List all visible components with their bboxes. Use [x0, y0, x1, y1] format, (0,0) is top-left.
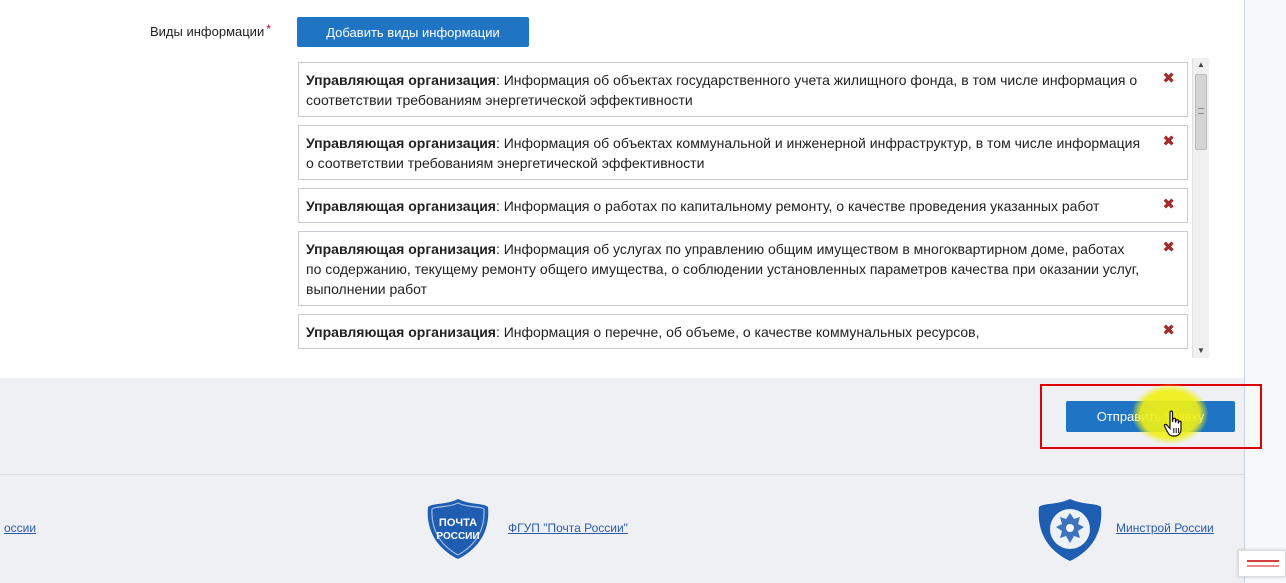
minstroy-logo[interactable]	[1033, 497, 1107, 563]
close-icon[interactable]: ✖	[1162, 69, 1175, 89]
info-type-org: Управляющая организация	[306, 198, 496, 214]
info-type-item: Управляющая организация: Информация об у…	[298, 231, 1188, 306]
info-type-item: Управляющая организация: Информация о ра…	[298, 188, 1188, 223]
close-icon[interactable]: ✖	[1162, 238, 1175, 258]
footer-divider	[0, 474, 1244, 475]
post-logo-line1: ПОЧТА	[439, 517, 477, 529]
info-type-text: : Информация о работах по капитальному р…	[495, 198, 1100, 214]
russian-post-logo[interactable]: ПОЧТА РОССИИ	[422, 497, 494, 561]
hand-cursor-icon	[1163, 410, 1182, 437]
recaptcha-bar	[1247, 565, 1279, 567]
russian-post-link[interactable]: ФГУП "Почта России"	[508, 521, 628, 535]
add-info-types-button[interactable]: Добавить виды информации	[297, 17, 529, 47]
info-type-item: Управляющая организация: Информация о пе…	[298, 314, 1188, 349]
arrow-down-icon[interactable]: ▼	[1193, 344, 1209, 358]
info-type-org: Управляющая организация	[306, 241, 496, 257]
required-mark: *	[266, 22, 271, 36]
close-icon[interactable]: ✖	[1162, 321, 1175, 341]
info-type-org: Управляющая организация	[306, 135, 496, 151]
info-type-org: Управляющая организация	[306, 324, 496, 340]
footer-link-left[interactable]: оссии	[4, 521, 36, 535]
close-icon[interactable]: ✖	[1162, 195, 1175, 215]
scrollbar-grip	[1198, 108, 1204, 114]
info-types-label-text: Виды информации	[150, 24, 265, 39]
minstroy-link[interactable]: Минстрой России	[1116, 521, 1214, 535]
info-type-item: Управляющая организация: Информация об о…	[298, 62, 1188, 117]
info-types-label: Виды информации *	[150, 22, 271, 39]
scrollbar-thumb[interactable]	[1195, 74, 1207, 150]
recaptcha-badge[interactable]	[1238, 550, 1286, 577]
info-types-list-box[interactable]: Управляющая организация: Информация об о…	[292, 56, 1212, 360]
list-scrollbar[interactable]: ▲ ▼	[1192, 58, 1209, 358]
close-icon[interactable]: ✖	[1162, 132, 1175, 152]
post-logo-line2: РОССИИ	[436, 531, 479, 542]
info-type-org: Управляющая организация	[306, 72, 496, 88]
info-types-list: Управляющая организация: Информация об о…	[298, 62, 1188, 357]
info-type-text: : Информация о перечне, об объеме, о кач…	[495, 324, 980, 340]
info-type-item: Управляющая организация: Информация об о…	[298, 125, 1188, 180]
arrow-up-icon[interactable]: ▲	[1193, 58, 1209, 72]
recaptcha-bar	[1247, 560, 1279, 562]
page-right-edge	[1244, 0, 1286, 583]
